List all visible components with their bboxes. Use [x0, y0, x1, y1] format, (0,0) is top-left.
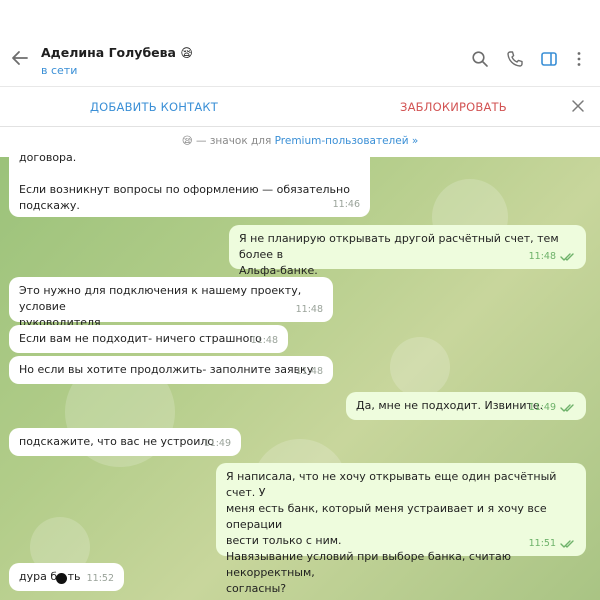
- message-text: Я написала, что не хочу открывать еще од…: [226, 470, 557, 595]
- contact-action-bar: ДОБАВИТЬ КОНТАКТ ЗАБЛОКИРОВАТЬ: [0, 86, 600, 127]
- back-arrow-icon[interactable]: [10, 48, 30, 68]
- message-time: 11:48: [528, 251, 556, 262]
- message-time: 11:52: [86, 573, 114, 584]
- message-bubble-outgoing[interactable]: Я написала, что не хочу открывать еще од…: [216, 463, 586, 595]
- close-icon[interactable]: [571, 99, 585, 113]
- message-bubble-incoming[interactable]: Если вам не подходит- ничего страшного 1…: [9, 325, 288, 353]
- message-time: 11:46: [332, 199, 360, 210]
- message-bubble-outgoing[interactable]: Я не планирую открывать другой расчётный…: [229, 225, 586, 277]
- message-time: 11:49: [203, 438, 231, 449]
- phone-icon[interactable]: [506, 50, 524, 68]
- message-time: 11:48: [295, 304, 323, 315]
- message-bubble-incoming[interactable]: подскажите, что вас не устроило 11:49: [9, 428, 241, 456]
- message-text: Но если вы хотите продолжить- заполните …: [19, 363, 314, 376]
- contact-name-text: Аделина Голубева: [41, 45, 176, 60]
- message-bubble-incoming[interactable]: Это нужно для подключения к нашему проек…: [9, 277, 333, 329]
- more-vertical-icon[interactable]: [570, 50, 588, 68]
- message-text: подскажите, что вас не устроило: [19, 435, 215, 448]
- message-time: 11:49: [528, 402, 556, 413]
- message-text: Если вам не подходит- ничего страшного: [19, 332, 262, 345]
- contact-name[interactable]: Аделина Голубева 😪: [41, 45, 193, 60]
- sidebar-toggle-icon[interactable]: [540, 50, 558, 68]
- read-ticks-icon: [560, 253, 574, 261]
- read-ticks-icon: [560, 404, 574, 412]
- censor-blot: [56, 573, 67, 584]
- search-icon[interactable]: [471, 50, 489, 68]
- premium-link[interactable]: Premium-пользователей »: [275, 135, 419, 147]
- chat-header: Аделина Голубева 😪 в сети: [0, 0, 600, 86]
- message-text: Это нужно для подключения к нашему проек…: [19, 284, 302, 329]
- premium-notice-text: — значок для: [195, 135, 275, 147]
- message-time: 11:48: [250, 335, 278, 346]
- online-status: в сети: [41, 64, 78, 77]
- message-text: договора. Если возникнут вопросы по офор…: [19, 151, 350, 212]
- message-bubble-incoming[interactable]: Но если вы хотите продолжить- заполните …: [9, 356, 333, 384]
- add-contact-button[interactable]: ДОБАВИТЬ КОНТАКТ: [90, 100, 218, 114]
- message-text: Я не планирую открывать другой расчётный…: [239, 232, 559, 277]
- message-time: 11:48: [295, 366, 323, 377]
- premium-emoji-icon: 😪: [180, 46, 193, 60]
- premium-emoji-icon: 😪: [181, 135, 193, 147]
- message-bubble-incoming[interactable]: договора. Если возникнут вопросы по офор…: [9, 147, 370, 217]
- message-bubble-outgoing[interactable]: Да, мне не подходит. Извините. 11:49: [346, 392, 586, 420]
- message-time: 11:51: [528, 538, 556, 549]
- block-user-button[interactable]: ЗАБЛОКИРОВАТЬ: [400, 100, 507, 114]
- read-ticks-icon: [560, 540, 574, 548]
